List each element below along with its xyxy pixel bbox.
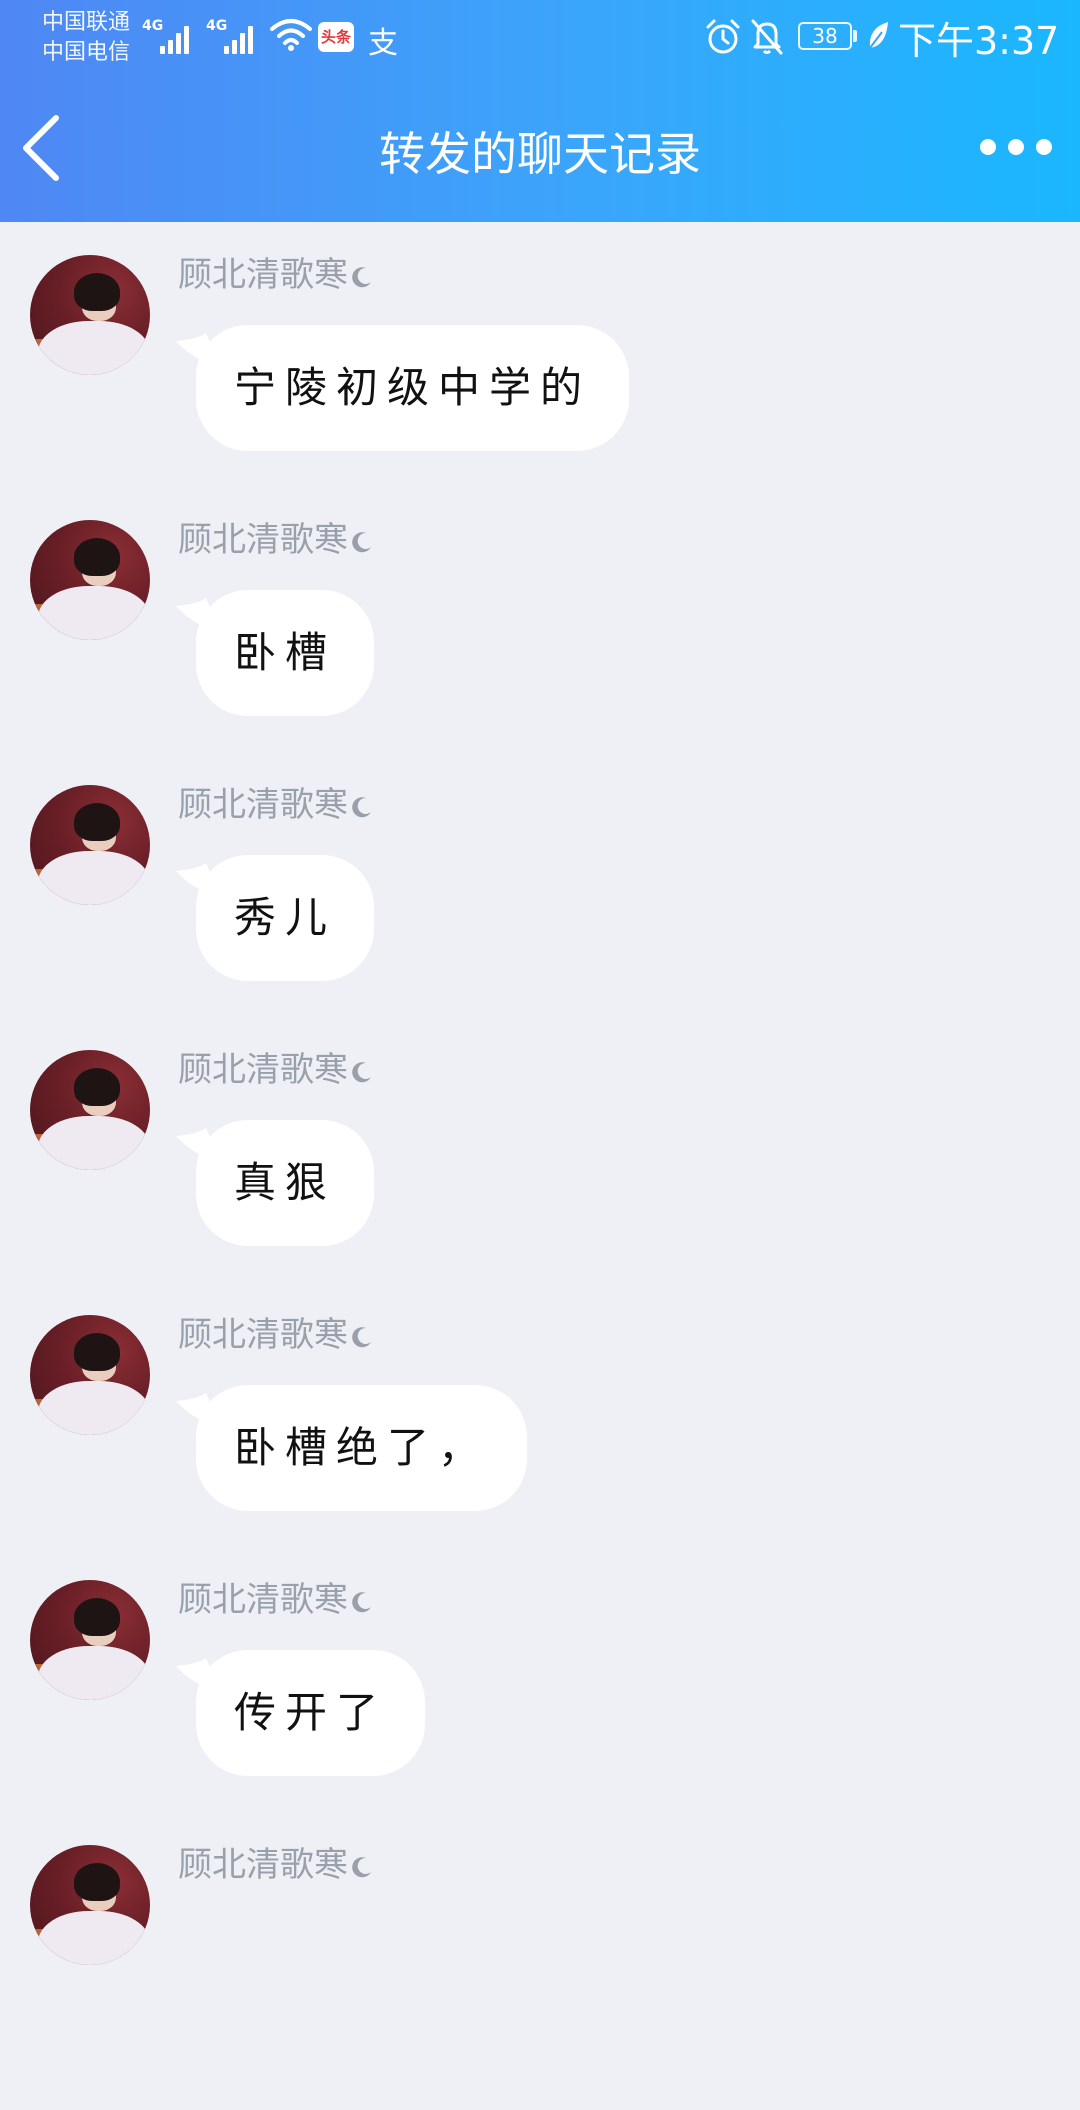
battery-icon: 38	[798, 22, 852, 50]
alarm-icon	[706, 19, 740, 54]
moon-icon	[352, 796, 371, 817]
sender-name: 顾北清歌寒	[178, 1845, 374, 1885]
sender-name: 顾北清歌寒	[178, 785, 374, 825]
alipay-icon: 支	[368, 26, 398, 61]
message-bubble[interactable]: 传开了	[196, 1650, 426, 1776]
message-item: 顾北清歌寒 秀儿	[0, 785, 1080, 1050]
message-item: 顾北清歌寒 真狠	[0, 1050, 1080, 1315]
avatar[interactable]	[30, 1845, 150, 1965]
sender-name: 顾北清歌寒	[178, 1315, 374, 1355]
sender-name: 顾北清歌寒	[178, 1580, 374, 1620]
avatar[interactable]	[30, 1580, 150, 1700]
moon-icon	[352, 1856, 371, 1877]
message-bubble[interactable]: 宁陵初级中学的	[196, 325, 630, 451]
avatar[interactable]	[30, 520, 150, 640]
avatar[interactable]	[30, 1315, 150, 1435]
avatar[interactable]	[30, 1050, 150, 1170]
moon-icon	[352, 531, 371, 552]
message-item: 顾北清歌寒 宁陵初级中学的	[0, 255, 1080, 520]
mute-bell-icon	[751, 19, 783, 55]
more-button[interactable]	[968, 120, 1064, 170]
sender-name: 顾北清歌寒	[178, 255, 374, 295]
avatar[interactable]	[30, 255, 150, 375]
moon-icon	[352, 266, 371, 287]
message-item: 顾北清歌寒	[0, 1845, 1080, 2110]
moon-icon	[352, 1591, 371, 1612]
sender-name: 顾北清歌寒	[178, 1050, 374, 1090]
wifi-icon	[270, 19, 312, 51]
carrier-1: 中国联通	[42, 10, 131, 35]
status-time: 下午3:37	[898, 19, 1060, 63]
page-title: 转发的聊天记录	[379, 127, 701, 181]
carrier-labels: 中国联通 中国电信	[42, 8, 130, 68]
moon-icon	[352, 1326, 371, 1347]
status-bar: 中国联通 中国电信 4G 4G 头条 支 38 下午3:37	[0, 0, 1080, 80]
carrier-2: 中国电信	[42, 40, 131, 65]
message-bubble[interactable]: 卧槽	[196, 590, 375, 716]
message-item: 顾北清歌寒 卧槽	[0, 520, 1080, 785]
more-dots-icon	[980, 139, 996, 155]
message-bubble[interactable]: 真狠	[196, 1120, 375, 1246]
sender-name: 顾北清歌寒	[178, 520, 374, 560]
message-bubble[interactable]: 秀儿	[196, 855, 375, 981]
top-header: 中国联通 中国电信 4G 4G 头条 支 38 下午3:37 转发的聊天记录	[0, 0, 1080, 222]
moon-icon	[352, 1061, 371, 1082]
toutiao-app-icon: 头条	[318, 22, 354, 52]
battery-nub	[853, 30, 857, 42]
leaf-icon	[869, 22, 888, 49]
message-item: 顾北清歌寒 传开了	[0, 1580, 1080, 1845]
message-bubble[interactable]: 卧槽绝了，	[196, 1385, 528, 1511]
message-item: 顾北清歌寒 卧槽绝了，	[0, 1315, 1080, 1580]
avatar[interactable]	[30, 785, 150, 905]
